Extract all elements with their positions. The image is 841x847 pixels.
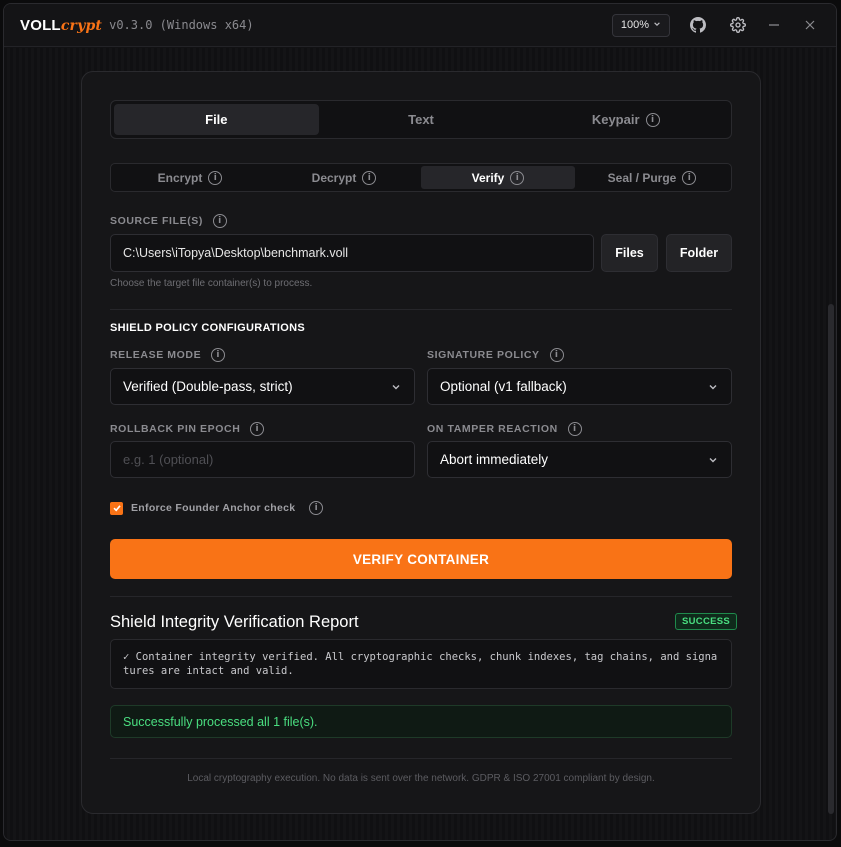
verify-container-button[interactable]: VERIFY CONTAINER	[110, 539, 732, 579]
founder-anchor-checkbox[interactable]	[110, 501, 123, 515]
tab-file[interactable]: File	[114, 104, 319, 135]
source-hint: Choose the target file container(s) to p…	[110, 278, 313, 289]
source-files-label: SOURCE FILE(S) i	[110, 214, 227, 228]
info-icon[interactable]: i	[212, 214, 227, 228]
tamper-reaction-value: Abort immediately	[440, 452, 549, 467]
scrollbar-thumb[interactable]	[828, 304, 834, 814]
tamper-reaction-label-text: ON TAMPER REACTION	[427, 423, 558, 435]
github-icon[interactable]	[686, 13, 710, 37]
tab-decrypt[interactable]: Decrypt i	[267, 166, 421, 189]
signature-policy-select[interactable]: Optional (v1 fallback)	[427, 368, 732, 405]
signature-policy-label-text: SIGNATURE POLICY	[427, 349, 540, 361]
tab-verify[interactable]: Verify i	[421, 166, 575, 189]
divider	[110, 758, 732, 759]
info-icon[interactable]: i	[549, 348, 564, 362]
founder-anchor-label: Enforce Founder Anchor check	[131, 502, 296, 514]
version-label: v0.3.0 (Windows x64)	[109, 18, 254, 32]
brand-accent: crypt	[60, 17, 103, 34]
tamper-reaction-select[interactable]: Abort immediately	[427, 441, 732, 478]
tab-keypair-label: Keypair	[591, 112, 640, 127]
divider	[110, 309, 732, 310]
brand-logo: VOLLcrypt	[20, 17, 102, 34]
tab-encrypt[interactable]: Encrypt i	[113, 166, 267, 189]
report-output: ✓ Container integrity verified. All cryp…	[110, 639, 732, 689]
main-tab-bar: File Text Keypair i	[110, 100, 732, 139]
source-file-value: C:\Users\iTopya\Desktop\benchmark.voll	[123, 246, 349, 260]
brand-main: VOLL	[20, 16, 61, 34]
tab-decrypt-label: Decrypt	[311, 170, 357, 185]
close-icon[interactable]	[798, 13, 822, 37]
tab-encrypt-label: Encrypt	[157, 170, 203, 185]
rollback-epoch-label: ROLLBACK PIN EPOCH i	[110, 422, 265, 436]
tab-text-label: Text	[408, 112, 434, 127]
tab-text[interactable]: Text	[319, 104, 524, 135]
zoom-value: 100%	[620, 19, 649, 31]
footer-note: Local cryptography execution. No data is…	[187, 773, 655, 784]
info-icon[interactable]: i	[362, 170, 377, 185]
tab-keypair[interactable]: Keypair i	[523, 104, 728, 135]
main-panel: File Text Keypair i Encrypt i Decrypt i Ver…	[81, 71, 761, 814]
tab-seal-purge-label: Seal / Purge	[607, 170, 677, 185]
tamper-reaction-label: ON TAMPER REACTION i	[427, 422, 582, 436]
rollback-epoch-label-text: ROLLBACK PIN EPOCH	[110, 423, 241, 435]
tab-verify-label: Verify	[471, 170, 505, 185]
rollback-epoch-placeholder: e.g. 1 (optional)	[123, 452, 214, 467]
release-mode-label-text: RELEASE MODE	[110, 349, 202, 361]
app-window: VOLLcrypt v0.3.0 (Windows x64) 100% File…	[3, 3, 837, 841]
title-bar: VOLLcrypt v0.3.0 (Windows x64) 100%	[4, 4, 836, 47]
tab-seal-purge[interactable]: Seal / Purge i	[575, 166, 729, 189]
status-badge: SUCCESS	[675, 613, 738, 630]
info-icon[interactable]: i	[309, 501, 324, 515]
chevron-down-icon	[707, 381, 719, 393]
signature-policy-value: Optional (v1 fallback)	[440, 379, 567, 394]
files-button[interactable]: Files	[601, 234, 658, 272]
policy-heading: SHIELD POLICY CONFIGURATIONS	[110, 322, 306, 334]
gear-icon[interactable]	[726, 13, 750, 37]
operation-tab-bar: Encrypt i Decrypt i Verify i Seal / Purge i	[110, 163, 732, 192]
status-message: Successfully processed all 1 file(s).	[110, 705, 732, 738]
release-mode-value: Verified (Double-pass, strict)	[123, 379, 293, 394]
source-file-input[interactable]: C:\Users\iTopya\Desktop\benchmark.voll	[110, 234, 594, 272]
status-message-text: Successfully processed all 1 file(s).	[123, 714, 318, 729]
chevron-down-icon	[390, 381, 402, 393]
rollback-epoch-input[interactable]: e.g. 1 (optional)	[110, 441, 415, 478]
info-icon[interactable]: i	[645, 112, 660, 127]
title-bar-controls: 100%	[611, 13, 822, 37]
founder-anchor-row: Enforce Founder Anchor check i	[110, 501, 324, 515]
chevron-down-icon	[653, 19, 661, 31]
info-icon[interactable]: i	[211, 348, 226, 362]
tab-file-label: File	[205, 112, 228, 127]
release-mode-select[interactable]: Verified (Double-pass, strict)	[110, 368, 415, 405]
minimize-icon[interactable]	[762, 13, 786, 37]
report-title: Shield Integrity Verification Report	[110, 613, 359, 631]
release-mode-label: RELEASE MODE i	[110, 348, 226, 362]
source-files-label-text: SOURCE FILE(S)	[110, 215, 203, 227]
info-icon[interactable]: i	[567, 422, 582, 436]
chevron-down-icon	[707, 454, 719, 466]
folder-button[interactable]: Folder	[666, 234, 732, 272]
info-icon[interactable]: i	[682, 170, 697, 185]
info-icon[interactable]: i	[510, 170, 525, 185]
info-icon[interactable]: i	[208, 170, 223, 185]
divider	[110, 596, 732, 597]
info-icon[interactable]: i	[250, 422, 265, 436]
signature-policy-label: SIGNATURE POLICY i	[427, 348, 564, 362]
checkmark-icon	[112, 505, 121, 512]
zoom-selector[interactable]: 100%	[611, 13, 670, 37]
